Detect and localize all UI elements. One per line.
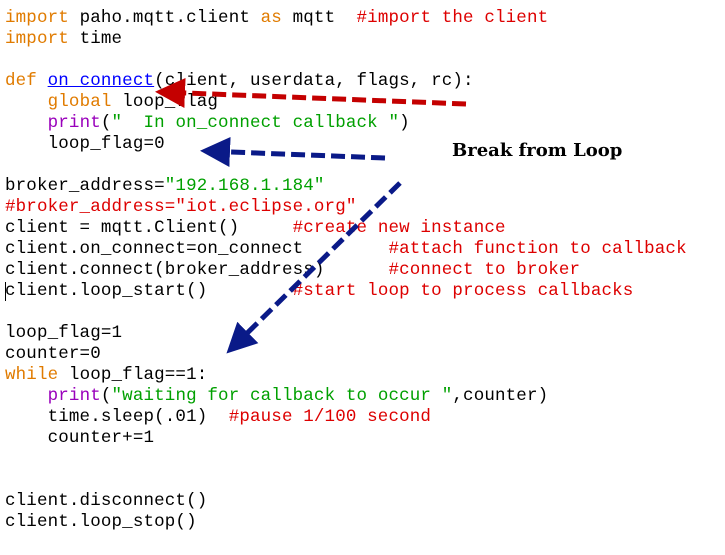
blue-arrow-to-loop-flag-reset [200, 136, 386, 167]
red-arrow-to-global-flag [155, 77, 467, 108]
annotation-arrows [155, 77, 467, 354]
blue-arrow-to-while-loop [226, 181, 402, 354]
